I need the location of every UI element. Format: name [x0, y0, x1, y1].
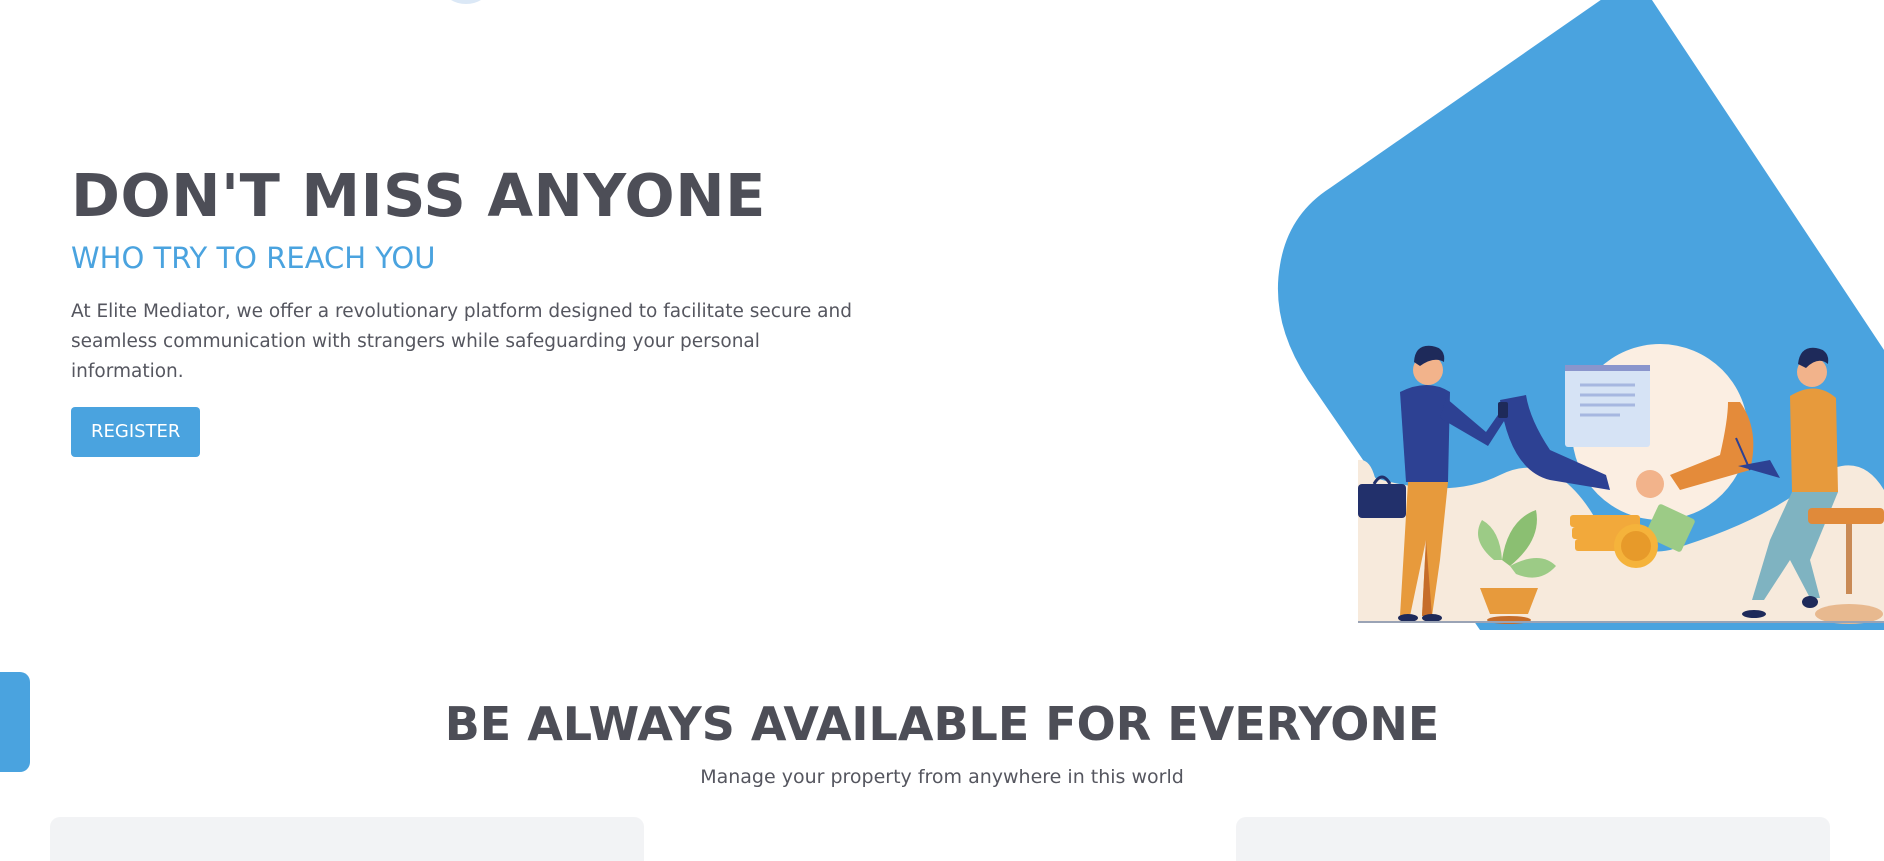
hero-description: At Elite Mediator, we offer a revolution…: [71, 301, 852, 382]
hero-title: DON'T MISS ANYONE: [71, 161, 766, 230]
features-subtitle: Manage your property from anywhere in th…: [700, 766, 1184, 788]
landing-page: DON'T MISS ANYONE WHO TRY TO REACH YOU A…: [0, 0, 1884, 861]
briefcase-icon: [1358, 484, 1406, 518]
feature-card-right: [1236, 817, 1830, 861]
features-section: BE ALWAYS AVAILABLE FOR EVERYONE Manage …: [0, 696, 1884, 790]
hero-subtitle: WHO TRY TO REACH YOU: [71, 241, 436, 275]
decorative-circle: [444, 0, 488, 4]
handshake-deal-illustration: [1278, 0, 1884, 630]
feature-card-left: [50, 817, 644, 861]
register-button[interactable]: REGISTER: [71, 407, 201, 457]
hero-section: DON'T MISS ANYONE WHO TRY TO REACH YOU A…: [71, 160, 871, 457]
features-title: BE ALWAYS AVAILABLE FOR EVERYONE: [444, 697, 1440, 751]
